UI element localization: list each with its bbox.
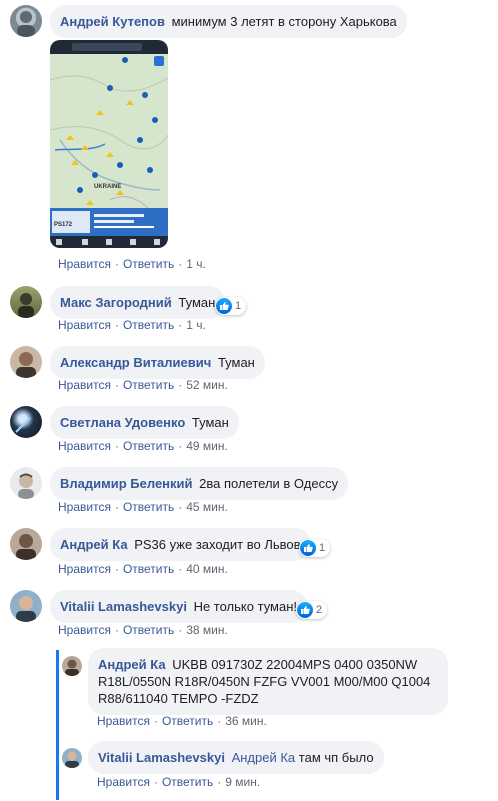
comment-author[interactable]: Александр Виталиевич: [60, 355, 211, 370]
reply-link[interactable]: Ответить: [123, 500, 174, 514]
comment-author[interactable]: Андрей Ка: [60, 537, 128, 552]
comment-text: минимум 3 летят в сторону Харькова: [171, 14, 397, 29]
avatar[interactable]: [10, 467, 42, 499]
comment-text: Туман: [217, 355, 255, 370]
comment-bubble: Александр Виталиевич Туман: [50, 346, 265, 379]
comment-text: PS36 уже заходит во Львов: [134, 537, 301, 552]
avatar[interactable]: [62, 748, 82, 768]
comment-actions: Нравится · Ответить · 9 мин.: [97, 775, 261, 789]
like-link[interactable]: Нравится: [58, 257, 111, 271]
comment-bubble: Макс Загородний Туман: [50, 286, 226, 319]
thumbs-up-icon: [216, 298, 232, 314]
comment-actions: Нравится · Ответить · 38 мин.: [58, 623, 228, 637]
avatar[interactable]: [10, 5, 42, 37]
reaction-badge[interactable]: 2: [296, 601, 328, 619]
comment-text: там чп было: [298, 750, 374, 765]
map-region-label: UKRAINE: [94, 184, 121, 190]
comment-actions: Нравится · Ответить · 40 мин.: [58, 562, 228, 576]
comment-time[interactable]: 9 мин.: [225, 775, 260, 789]
reply-link[interactable]: Ответить: [123, 439, 174, 453]
comment-actions: Нравится · Ответить · 52 мин.: [58, 378, 228, 392]
like-link[interactable]: Нравится: [58, 439, 111, 453]
comment-author[interactable]: Макс Загородний: [60, 295, 172, 310]
thumbs-up-icon: [300, 540, 316, 556]
comment-time[interactable]: 38 мин.: [186, 623, 228, 637]
comment-author[interactable]: Андрей Кутепов: [60, 14, 165, 29]
like-link[interactable]: Нравится: [58, 623, 111, 637]
comment-bubble: Андрей Кутепов минимум 3 летят в сторону…: [50, 5, 407, 38]
comment-author[interactable]: Vitalii Lamashevskyi: [98, 750, 225, 765]
comment-time[interactable]: 1 ч.: [186, 318, 206, 332]
comment-bubble: Андрей Ка PS36 уже заходит во Львов: [50, 528, 311, 561]
reply-link[interactable]: Ответить: [162, 714, 213, 728]
like-link[interactable]: Нравится: [97, 714, 150, 728]
reply-link[interactable]: Ответить: [123, 318, 174, 332]
comment-time[interactable]: 45 мин.: [186, 500, 228, 514]
reply-link[interactable]: Ответить: [123, 623, 174, 637]
like-link[interactable]: Нравится: [97, 775, 150, 789]
reaction-count: 2: [316, 604, 323, 616]
mention-link[interactable]: Андрей Ка: [232, 750, 296, 765]
reaction-badge[interactable]: 1: [299, 539, 331, 557]
comment-text: Туман: [191, 415, 229, 430]
comment-bubble: Светлана Удовенко Туман: [50, 406, 239, 439]
map-screenshot-attachment[interactable]: UKRAINE PS172: [50, 40, 168, 248]
avatar[interactable]: [62, 656, 82, 676]
reply-link[interactable]: Ответить: [123, 562, 174, 576]
comment-author[interactable]: Светлана Удовенко: [60, 415, 185, 430]
comment-text: Не только туман!: [193, 599, 298, 614]
reaction-badge[interactable]: 1: [215, 297, 247, 315]
comment-time[interactable]: 52 мин.: [186, 378, 228, 392]
comment-actions: Нравится · Ответить · 49 мин.: [58, 439, 228, 453]
avatar[interactable]: [10, 346, 42, 378]
comment-author[interactable]: Андрей Ка: [98, 657, 166, 672]
like-link[interactable]: Нравится: [58, 500, 111, 514]
comment-time[interactable]: 49 мин.: [186, 439, 228, 453]
avatar[interactable]: [10, 286, 42, 318]
comment-author[interactable]: Vitalii Lamashevskyi: [60, 599, 187, 614]
avatar[interactable]: [10, 528, 42, 560]
comment-bubble: Vitalii Lamashevskyi Андрей Ка там чп бы…: [88, 741, 384, 774]
reply-link[interactable]: Ответить: [123, 257, 174, 271]
comment-author[interactable]: Владимир Беленкий: [60, 476, 193, 491]
comment-actions: Нравится · Ответить · 36 мин.: [97, 714, 267, 728]
comment-actions: Нравится · Ответить · 1 ч.: [58, 318, 206, 332]
reaction-count: 1: [319, 542, 326, 554]
like-link[interactable]: Нравится: [58, 318, 111, 332]
comment-time[interactable]: 40 мин.: [186, 562, 228, 576]
thumbs-up-icon: [297, 602, 313, 618]
comment-bubble: Vitalii Lamashevskyi Не только туман!: [50, 590, 308, 623]
reply-link[interactable]: Ответить: [123, 378, 174, 392]
comment-time[interactable]: 1 ч.: [186, 257, 206, 271]
comment-bubble: Андрей Ка UKBB 091730Z 22004MPS 0400 035…: [88, 648, 448, 715]
reply-link[interactable]: Ответить: [162, 775, 213, 789]
comment-text: 2ва полетели в Одессу: [199, 476, 339, 491]
comment-actions: Нравится · Ответить · 45 мин.: [58, 500, 228, 514]
comment-text: Туман: [178, 295, 216, 310]
avatar[interactable]: [10, 590, 42, 622]
reaction-count: 1: [235, 300, 242, 312]
comment-actions: Нравится · Ответить · 1 ч.: [58, 257, 206, 271]
like-link[interactable]: Нравится: [58, 562, 111, 576]
comment-bubble: Владимир Беленкий 2ва полетели в Одессу: [50, 467, 349, 500]
reply-thread-line: [56, 650, 59, 800]
flight-callsign: PS172: [54, 222, 73, 228]
comment-time[interactable]: 36 мин.: [225, 714, 267, 728]
like-link[interactable]: Нравится: [58, 378, 111, 392]
avatar[interactable]: [10, 406, 42, 438]
